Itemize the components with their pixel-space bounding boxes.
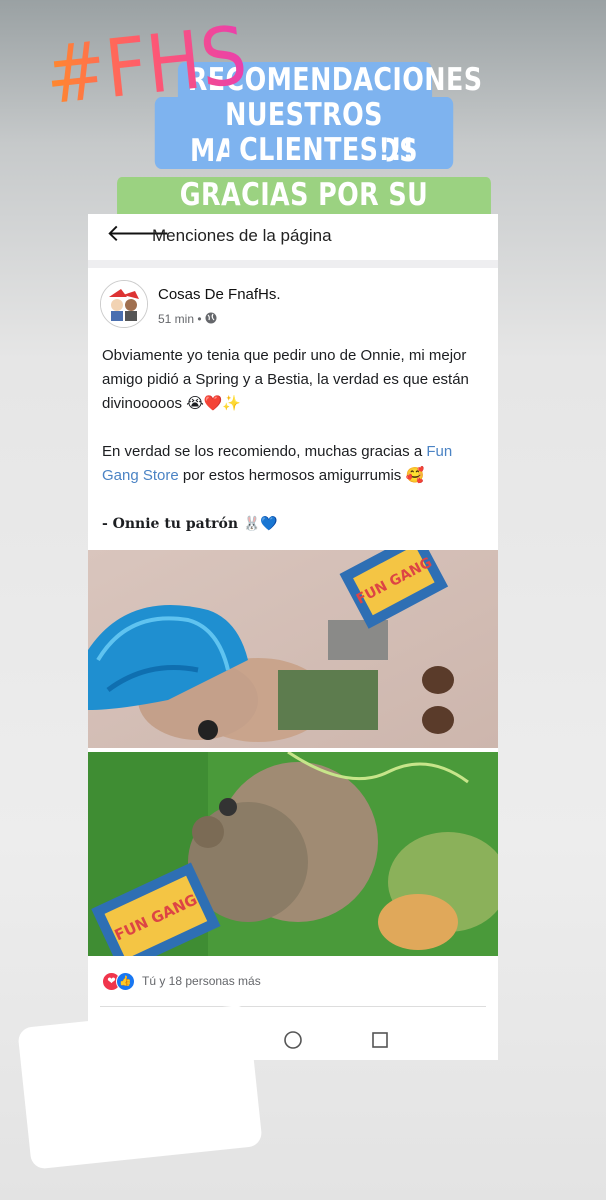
paragraph-text: En verdad se los recomiendo, muchas grac… [102, 443, 427, 460]
section-divider [88, 260, 498, 268]
story-screen: { "story": { "banner_line1": "RECOMENDAC… [0, 0, 606, 1200]
nav-home-icon[interactable] [283, 1030, 303, 1050]
hashtag-sticker[interactable] [17, 1004, 263, 1170]
page-mentions-header: 🡐 Menciones de la página [88, 214, 498, 258]
paragraph-text: por estos hermosos amigurrumis 🥰 [178, 467, 425, 484]
post-signature: - Onnie tu patrón 🐰💙 [102, 516, 278, 532]
header-title: Menciones de la página [152, 226, 332, 245]
post-meta: 51 min • [158, 312, 217, 326]
globe-icon [205, 312, 217, 324]
facebook-post-screenshot: 🡐 Menciones de la página Cosas De FnafHs… [88, 214, 498, 1060]
nav-recents-icon[interactable] [370, 1030, 390, 1050]
post-paragraph-2: En verdad se los recomiendo, muchas grac… [102, 440, 486, 488]
banner-line-3: CLIENTES!!! [229, 132, 414, 168]
post-author[interactable]: Cosas De FnafHs. [158, 286, 281, 303]
post-photo-1[interactable]: FUN GANG [88, 550, 498, 748]
hashtag-text: #FHS [41, 6, 252, 127]
dot-separator: • [197, 312, 205, 326]
post-body: Obviamente yo tenia que pedir uno de Onn… [102, 344, 486, 560]
action-divider [100, 1006, 486, 1007]
post-photo-2[interactable]: FUN GANG [88, 752, 498, 956]
reactions-count: Tú y 18 personas más [142, 974, 261, 988]
avatar[interactable] [100, 280, 148, 328]
like-reaction-icon: 👍 [116, 972, 135, 991]
post-time: 51 min [158, 312, 195, 326]
post-paragraph-1: Obviamente yo tenia que pedir uno de Onn… [102, 347, 469, 412]
